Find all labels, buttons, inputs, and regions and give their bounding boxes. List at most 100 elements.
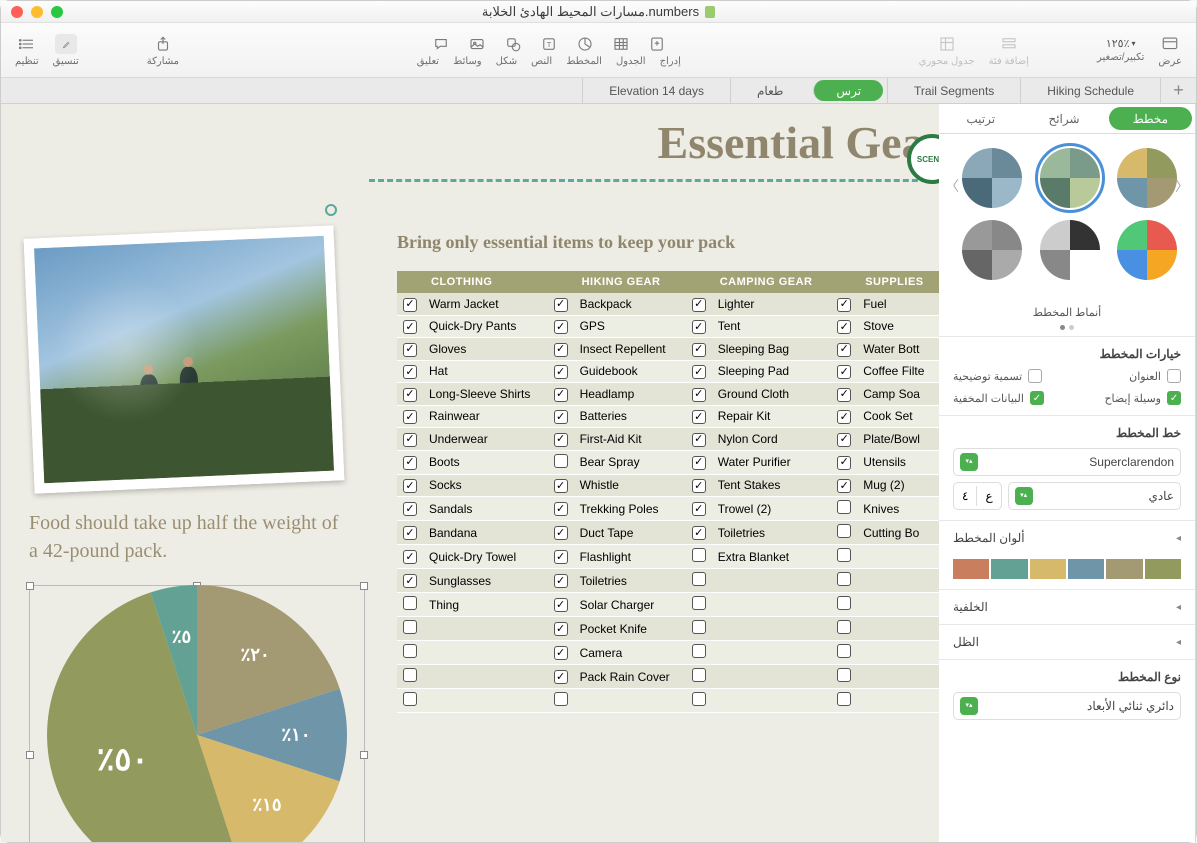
gear-cell[interactable]: Fuel: [857, 293, 939, 315]
shadow-disclosure[interactable]: الظل: [939, 624, 1195, 659]
gear-cell[interactable]: [423, 665, 548, 689]
gear-cell[interactable]: [712, 665, 832, 689]
gear-checkbox[interactable]: [837, 298, 851, 312]
gear-cell[interactable]: Trowel (2): [712, 497, 832, 521]
gear-checkbox[interactable]: [692, 502, 706, 516]
gear-checkbox[interactable]: [837, 410, 851, 424]
text-button[interactable]: T: [538, 34, 560, 54]
font-style-select[interactable]: عادي▴▾: [1008, 482, 1181, 510]
sheet-tab-1[interactable]: Trail Segments: [887, 78, 1020, 103]
gear-checkbox[interactable]: [554, 550, 568, 564]
gear-cell[interactable]: Socks: [423, 474, 548, 497]
gear-checkbox[interactable]: [403, 298, 417, 312]
gear-cell[interactable]: Utensils: [857, 450, 939, 474]
gear-cell[interactable]: Stove: [857, 315, 939, 338]
gear-checkbox[interactable]: [403, 456, 417, 470]
gear-cell[interactable]: GPS: [574, 315, 686, 338]
gear-checkbox[interactable]: [554, 365, 568, 379]
gear-checkbox[interactable]: [554, 670, 568, 684]
legend-checkbox[interactable]: [1167, 391, 1181, 405]
palette-chip[interactable]: [1145, 559, 1181, 579]
gear-cell[interactable]: [712, 593, 832, 617]
gear-checkbox[interactable]: [692, 456, 706, 470]
chart-type-select[interactable]: دائري ثنائي الأبعاد▴▾: [953, 692, 1181, 720]
chart-style-2[interactable]: [962, 148, 1022, 208]
gear-cell[interactable]: [857, 617, 939, 641]
gear-checkbox[interactable]: [554, 454, 568, 468]
comment-button[interactable]: [430, 34, 452, 54]
chart-style-5[interactable]: [962, 220, 1022, 280]
palette-chip[interactable]: [1030, 559, 1066, 579]
palette-chip[interactable]: [953, 559, 989, 579]
gear-cell[interactable]: [857, 545, 939, 569]
gear-checkbox[interactable]: [403, 365, 417, 379]
styles-next[interactable]: 〉: [945, 176, 959, 196]
gear-checkbox[interactable]: [403, 574, 417, 588]
gear-cell[interactable]: Boots: [423, 450, 548, 474]
gear-checkbox[interactable]: [403, 343, 417, 357]
gear-checkbox[interactable]: [403, 596, 417, 610]
gear-checkbox[interactable]: [403, 644, 417, 658]
gear-checkbox[interactable]: [554, 622, 568, 636]
chart-style-4[interactable]: [1040, 220, 1100, 280]
gear-cell[interactable]: [857, 689, 939, 713]
gear-cell[interactable]: Rainwear: [423, 405, 548, 428]
gear-cell[interactable]: [712, 689, 832, 713]
gear-checkbox[interactable]: [554, 598, 568, 612]
sheet-tab-0[interactable]: Hiking Schedule: [1020, 78, 1160, 103]
gear-checkbox[interactable]: [692, 548, 706, 562]
sheet-tab-4[interactable]: Elevation 14 days: [582, 78, 730, 103]
gear-checkbox[interactable]: [403, 550, 417, 564]
gear-cell[interactable]: [423, 689, 548, 713]
gear-cell[interactable]: Camera: [574, 641, 686, 665]
gear-checkbox[interactable]: [554, 298, 568, 312]
gear-checkbox[interactable]: [837, 548, 851, 562]
gear-checkbox[interactable]: [554, 502, 568, 516]
gear-cell[interactable]: Backpack: [574, 293, 686, 315]
palette-chip[interactable]: [1068, 559, 1104, 579]
gear-cell[interactable]: Hat: [423, 360, 548, 383]
gear-checkbox[interactable]: [692, 620, 706, 634]
gear-checkbox[interactable]: [837, 524, 851, 538]
gear-cell[interactable]: Guidebook: [574, 360, 686, 383]
canvas[interactable]: SCENIC Essential Gear Food should take u…: [1, 104, 939, 842]
styles-prev[interactable]: 〈: [1175, 176, 1189, 196]
gear-checkbox[interactable]: [692, 365, 706, 379]
gear-checkbox[interactable]: [837, 320, 851, 334]
view-button[interactable]: عرض: [1158, 34, 1182, 67]
font-family-select[interactable]: Superclarendon▴▾: [953, 448, 1181, 476]
chart-style-0[interactable]: [1117, 148, 1177, 208]
gear-cell[interactable]: Toiletries: [574, 569, 686, 593]
sheet-tab-3[interactable]: طعام: [730, 78, 809, 103]
caption-checkbox[interactable]: [1028, 369, 1042, 383]
sheet-tab-2[interactable]: ترس: [813, 80, 883, 101]
gear-cell[interactable]: Knives: [857, 497, 939, 521]
gear-checkbox[interactable]: [837, 596, 851, 610]
gear-checkbox[interactable]: [554, 479, 568, 493]
gear-cell[interactable]: Insect Repellent: [574, 338, 686, 361]
gear-cell[interactable]: Tent: [712, 315, 832, 338]
gear-checkbox[interactable]: [403, 620, 417, 634]
font-size-stepper[interactable]: ع٤: [953, 482, 1002, 510]
zoom-window[interactable]: [51, 6, 63, 18]
gear-cell[interactable]: Coffee Filte: [857, 360, 939, 383]
gear-cell[interactable]: Bear Spray: [574, 450, 686, 474]
gear-cell[interactable]: [423, 641, 548, 665]
gear-checkbox[interactable]: [692, 320, 706, 334]
gear-checkbox[interactable]: [837, 343, 851, 357]
inspector-tab-chart[interactable]: مخطط: [1109, 107, 1192, 130]
gear-checkbox[interactable]: [692, 410, 706, 424]
chart-style-1[interactable]: [1040, 148, 1100, 208]
gear-cell[interactable]: Quick-Dry Pants: [423, 315, 548, 338]
gear-cell[interactable]: Tent Stakes: [712, 474, 832, 497]
table-button[interactable]: [610, 34, 632, 54]
gear-cell[interactable]: Extra Blanket: [712, 545, 832, 569]
gear-checkbox[interactable]: [403, 668, 417, 682]
gear-cell[interactable]: Pack Rain Cover: [574, 665, 686, 689]
gear-checkbox[interactable]: [692, 668, 706, 682]
gear-cell[interactable]: Toiletries: [712, 521, 832, 545]
gear-checkbox[interactable]: [837, 388, 851, 402]
gear-cell[interactable]: Pocket Knife: [574, 617, 686, 641]
gear-table[interactable]: Bring only essential items to keep your …: [397, 232, 939, 713]
chart-button[interactable]: [574, 34, 596, 54]
